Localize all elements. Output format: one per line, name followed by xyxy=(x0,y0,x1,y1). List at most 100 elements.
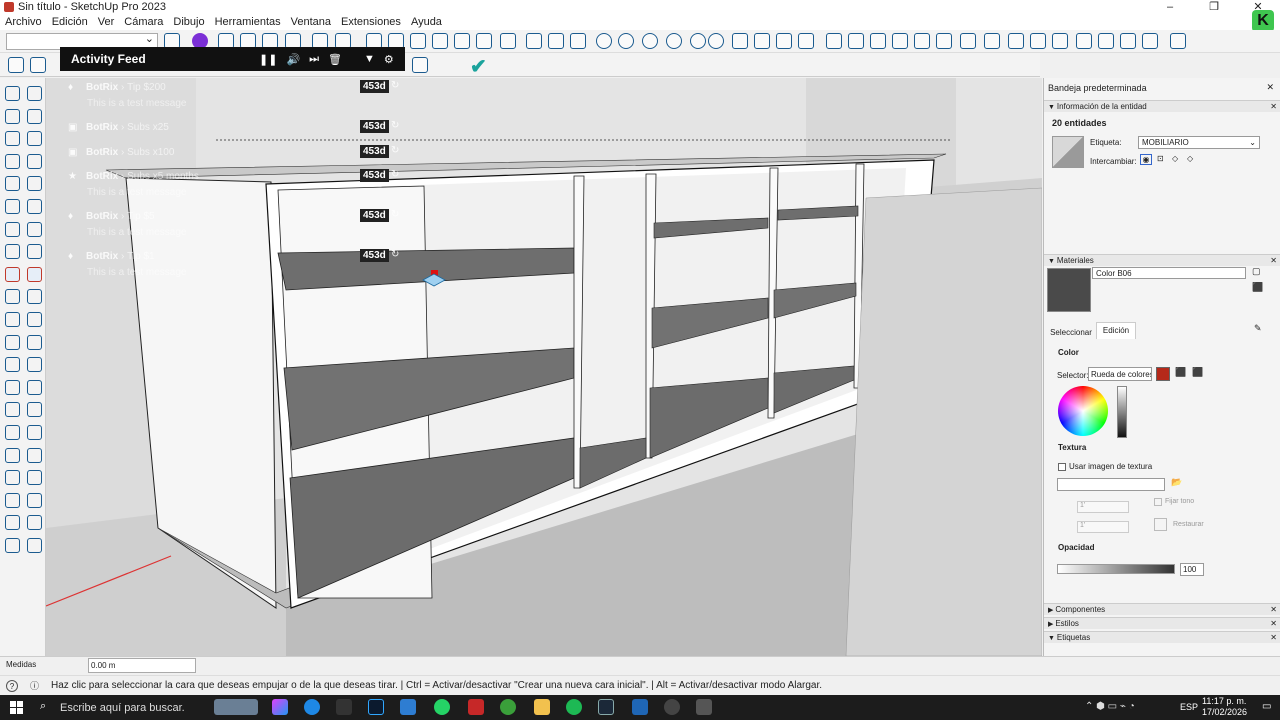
tool-icon[interactable] xyxy=(936,33,952,49)
tool-icon[interactable] xyxy=(892,33,908,49)
menu-camara[interactable]: Cámara xyxy=(119,16,168,28)
push-pull-icon[interactable] xyxy=(27,266,42,282)
scale-icon[interactable] xyxy=(5,312,20,327)
tool-icon[interactable] xyxy=(870,33,886,49)
trash-icon[interactable]: 🗑 xyxy=(328,53,342,66)
settings-gear-icon[interactable]: ⚙ xyxy=(384,53,394,66)
menu-dibujo[interactable]: Dibujo xyxy=(168,16,209,28)
tool-icon[interactable] xyxy=(1170,33,1186,49)
color-wheel[interactable] xyxy=(1058,386,1108,436)
autocad-icon[interactable] xyxy=(468,699,484,715)
pie-icon[interactable] xyxy=(5,244,20,260)
panel-close-icon[interactable]: ✕ xyxy=(1270,618,1277,629)
tool-icon[interactable] xyxy=(526,33,542,49)
orbit-icon[interactable] xyxy=(5,402,20,418)
menu-archivo[interactable]: Archivo xyxy=(0,16,47,28)
texture-path-input[interactable] xyxy=(1057,478,1165,491)
filter-icon[interactable]: ▼ xyxy=(364,53,375,65)
user-icon[interactable]: ⓘ xyxy=(30,679,39,692)
activity-event[interactable]: ♦ BotRix › Tip $1 This is a test message 45… xyxy=(60,247,405,287)
maximize-icon[interactable]: ❐ xyxy=(1192,0,1236,14)
axes-icon[interactable] xyxy=(5,379,20,395)
materials-header[interactable]: Materiales✕ xyxy=(1044,254,1280,266)
checkmark-icon[interactable]: ✔ xyxy=(470,54,487,79)
whatsapp-icon[interactable] xyxy=(434,699,450,715)
tool-icon[interactable] xyxy=(30,57,46,73)
zoom-window-icon[interactable] xyxy=(27,425,42,440)
opacity-input[interactable]: 100 xyxy=(1180,563,1204,576)
solid-tools-icon[interactable] xyxy=(642,33,658,49)
activity-event[interactable]: ♦ BotRix › Tip $200 This is a test message… xyxy=(60,78,405,118)
panel-close-icon[interactable]: ✕ xyxy=(1270,255,1277,266)
tool-icon[interactable] xyxy=(570,33,586,49)
view-back-icon[interactable] xyxy=(454,33,470,49)
spotify-icon[interactable] xyxy=(566,699,582,715)
lock-icon[interactable]: ⊡ xyxy=(1157,154,1164,163)
section-plane-icon[interactable] xyxy=(754,33,770,49)
eye-icon[interactable] xyxy=(1142,33,1158,49)
notification-icon[interactable]: ▭ xyxy=(1262,701,1271,712)
eraser-2-icon[interactable] xyxy=(27,131,42,147)
copilot-icon[interactable] xyxy=(272,699,288,715)
sample-paint-icon[interactable]: ⬛ xyxy=(1252,282,1263,293)
text-icon[interactable] xyxy=(27,357,42,373)
sandbox-icon[interactable] xyxy=(1052,33,1068,49)
replay-icon[interactable]: ↻ xyxy=(391,169,399,180)
solid-tools-icon[interactable] xyxy=(596,33,612,49)
paint-bucket-icon[interactable] xyxy=(5,108,20,124)
solid-tools-icon[interactable] xyxy=(666,33,682,49)
shadow-receive-icon[interactable]: ◇ xyxy=(1187,154,1193,163)
replay-icon[interactable]: ↻ xyxy=(391,80,399,91)
sandbox-3-icon[interactable] xyxy=(5,538,20,553)
circle-icon[interactable] xyxy=(5,199,20,214)
position-camera-icon[interactable] xyxy=(5,470,20,486)
fix-hue-checkbox[interactable] xyxy=(1154,498,1162,506)
match-screen-icon[interactable]: ⬛ xyxy=(1192,367,1203,378)
entity-info-header[interactable]: Información de la entidad✕ xyxy=(1044,100,1280,112)
tool-icon[interactable] xyxy=(412,57,428,73)
folder-icon[interactable] xyxy=(534,699,550,715)
panel-close-icon[interactable]: ✕ xyxy=(1270,632,1277,643)
brightness-slider[interactable] xyxy=(1117,386,1127,438)
pause-icon[interactable]: ❚❚ xyxy=(259,53,277,66)
sandbox-icon[interactable] xyxy=(1098,33,1114,49)
protractor-icon[interactable] xyxy=(27,334,42,350)
move-icon[interactable] xyxy=(5,266,20,282)
info-icon[interactable]: ? xyxy=(6,679,18,692)
system-tray-icons[interactable]: ⌃ ⬢ ▭ ⌁ ◔ xyxy=(1085,701,1135,712)
sketchup-task-icon[interactable] xyxy=(632,699,648,715)
tab-seleccionar[interactable]: Seleccionar xyxy=(1048,326,1094,339)
clock-time[interactable]: 11:17 p. m. xyxy=(1202,696,1246,706)
menu-herramientas[interactable]: Herramientas xyxy=(210,16,286,28)
etiquetas-header[interactable]: Etiquetas✕ xyxy=(1044,631,1280,643)
activity-event[interactable]: ♦ BotRix › Tip $5 This is a test message 45… xyxy=(60,207,405,247)
zoom-extents-icon[interactable] xyxy=(5,447,20,463)
steam-icon[interactable] xyxy=(598,699,614,715)
windows-start-icon[interactable] xyxy=(10,701,23,714)
epic-games-icon[interactable] xyxy=(336,699,352,715)
replay-icon[interactable]: ↻ xyxy=(391,209,399,220)
sandbox-icon[interactable] xyxy=(1120,33,1136,49)
solid-tools-icon[interactable] xyxy=(618,33,634,49)
panel-close-icon[interactable]: ✕ xyxy=(1270,604,1277,615)
eraser-icon[interactable] xyxy=(27,108,42,124)
select-icon[interactable] xyxy=(5,86,20,101)
material-name-input[interactable]: Color B06 xyxy=(1092,267,1246,279)
offset-icon[interactable] xyxy=(27,312,42,327)
replay-icon[interactable]: ↻ xyxy=(391,120,399,131)
dimension-icon[interactable] xyxy=(5,357,20,373)
replay-icon[interactable]: ↻ xyxy=(391,249,399,260)
solid-tools-icon[interactable] xyxy=(708,33,724,49)
shadow-cast-icon[interactable]: ◇ xyxy=(1172,154,1178,163)
texture-width-input[interactable]: 1' xyxy=(1077,501,1129,513)
view-left-icon[interactable] xyxy=(476,33,492,49)
tool-icon[interactable] xyxy=(914,33,930,49)
restore-button[interactable] xyxy=(1154,518,1167,531)
match-model-icon[interactable]: ⬛ xyxy=(1175,367,1186,378)
clock-date[interactable]: 17/02/2026 xyxy=(1202,707,1247,717)
sandbox-2-icon[interactable] xyxy=(27,515,42,531)
menu-edicion[interactable]: Edición xyxy=(47,16,93,28)
calculator-icon[interactable] xyxy=(696,699,712,715)
xbox-icon[interactable] xyxy=(500,699,516,715)
sandbox-icon[interactable] xyxy=(1076,33,1092,49)
